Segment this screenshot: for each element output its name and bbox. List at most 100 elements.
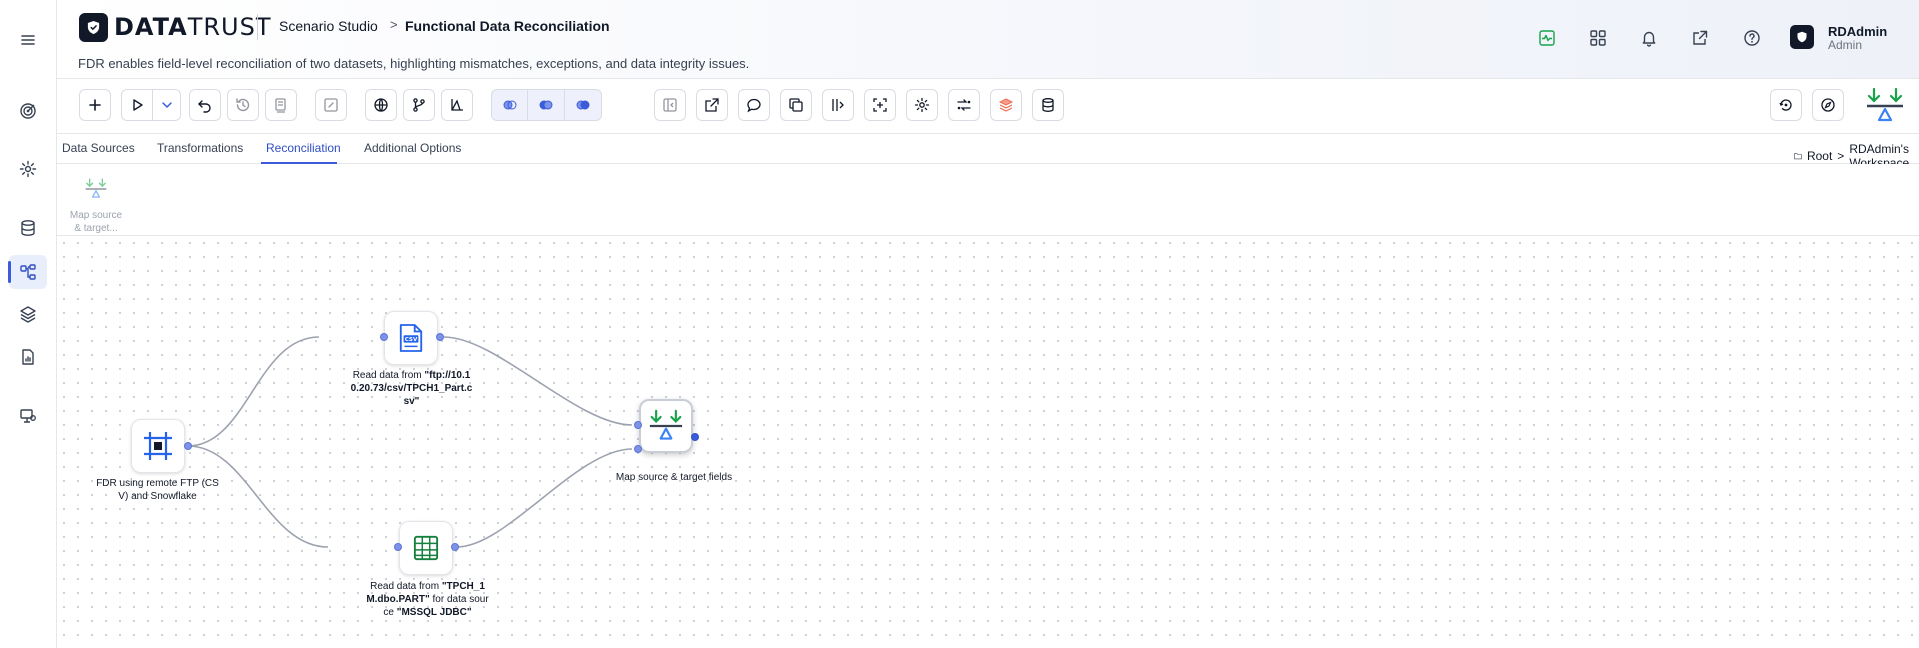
undo-button[interactable] bbox=[189, 89, 221, 121]
node-csv-label: Read data from "ftp://10.10.20.73/csv/TP… bbox=[350, 370, 473, 407]
toolbar bbox=[57, 79, 1919, 134]
join-right-toggle[interactable] bbox=[565, 89, 602, 121]
app-root: DATATRUST Scenario Studio > Functional D… bbox=[0, 0, 1919, 648]
run-options-dropdown[interactable] bbox=[153, 89, 181, 121]
venn-right-icon bbox=[576, 100, 590, 110]
node-map-label: Map source & target fields bbox=[615, 472, 733, 483]
edit-button[interactable] bbox=[315, 89, 347, 121]
tab-transformations[interactable]: Transformations bbox=[157, 141, 243, 155]
page-title: Functional Data Reconciliation bbox=[405, 18, 610, 34]
split-columns-icon bbox=[832, 99, 844, 111]
comment-button[interactable] bbox=[738, 89, 770, 121]
reconciliation-scale-icon bbox=[85, 178, 107, 198]
node-settings-button[interactable] bbox=[906, 89, 938, 121]
document-button[interactable] bbox=[265, 89, 297, 121]
layers-icon[interactable] bbox=[9, 297, 47, 331]
node-map-input-port-2[interactable] bbox=[634, 445, 642, 453]
edge-table-to-map bbox=[456, 448, 633, 548]
database-icon[interactable] bbox=[9, 211, 47, 245]
menu-icon[interactable] bbox=[9, 23, 47, 57]
node-map-source-target[interactable] bbox=[639, 399, 693, 453]
chart-button[interactable] bbox=[441, 89, 473, 121]
stack-layers-icon bbox=[998, 98, 1014, 112]
header-divider bbox=[257, 14, 258, 40]
panel-collapse-icon bbox=[663, 98, 677, 112]
chevron-down-icon bbox=[161, 102, 172, 109]
flow-arrows-icon bbox=[957, 99, 971, 111]
apps-grid-icon[interactable] bbox=[1587, 27, 1609, 49]
frame-grid-icon bbox=[144, 432, 172, 460]
left-rail bbox=[0, 0, 57, 648]
activity-icon[interactable] bbox=[1536, 27, 1558, 49]
monitor-settings-icon[interactable] bbox=[9, 399, 47, 433]
top-header: DATATRUST Scenario Studio > Functional D… bbox=[57, 0, 1919, 79]
node-read-csv[interactable]: CSV bbox=[384, 311, 438, 365]
play-icon bbox=[133, 99, 143, 111]
user-avatar-icon[interactable] bbox=[1790, 25, 1814, 49]
compass-icon bbox=[1821, 98, 1835, 112]
tab-additional-options[interactable]: Additional Options bbox=[364, 141, 461, 155]
svg-text:CSV: CSV bbox=[405, 337, 418, 343]
node-source-output-port[interactable] bbox=[184, 442, 192, 450]
node-read-table[interactable] bbox=[399, 521, 453, 575]
node-source-fdr[interactable] bbox=[131, 419, 185, 473]
external-link-icon[interactable] bbox=[1689, 27, 1711, 49]
brand-logo-icon bbox=[79, 13, 108, 42]
undo-icon bbox=[198, 100, 211, 113]
node-table-label: Read data from "TPCH_1M.dbo.PART" for da… bbox=[366, 581, 489, 618]
collapse-panel-button[interactable] bbox=[654, 89, 686, 121]
database-icon bbox=[1042, 98, 1054, 112]
git-branch-icon bbox=[413, 98, 425, 112]
join-inner-toggle[interactable] bbox=[528, 89, 565, 121]
node-map-output-port[interactable] bbox=[691, 433, 699, 441]
settings-icon[interactable] bbox=[9, 152, 47, 186]
gear-icon bbox=[914, 97, 930, 113]
node-csv-output-port[interactable] bbox=[436, 333, 444, 341]
breadcrumb-separator: > bbox=[390, 17, 398, 32]
node-source-label: FDR using remote FTP (CSV) and Snowflake bbox=[96, 478, 219, 502]
globe-button[interactable] bbox=[365, 89, 397, 121]
history-icon bbox=[236, 98, 250, 112]
folder-icon bbox=[1794, 153, 1802, 160]
workspace-root[interactable]: Root bbox=[1807, 149, 1832, 163]
duplicate-button[interactable] bbox=[780, 89, 812, 121]
plus-icon bbox=[89, 99, 101, 111]
component-palette: Map source & target... bbox=[57, 164, 1919, 236]
node-map-input-port-1[interactable] bbox=[634, 421, 642, 429]
open-external-icon bbox=[705, 98, 719, 112]
reconciliation-scale-icon bbox=[1865, 87, 1905, 125]
table-grid-icon bbox=[413, 535, 439, 561]
tab-reconciliation[interactable]: Reconciliation bbox=[266, 141, 341, 155]
branch-button[interactable] bbox=[403, 89, 435, 121]
user-name[interactable]: RDAdmin bbox=[1828, 24, 1887, 39]
venn-inner-icon bbox=[539, 100, 553, 110]
flow-button[interactable] bbox=[948, 89, 980, 121]
palette-item-map-source-target[interactable]: Map source & target... bbox=[67, 178, 125, 235]
database-button[interactable] bbox=[1032, 89, 1064, 121]
scan-button[interactable] bbox=[864, 89, 896, 121]
bell-icon[interactable] bbox=[1638, 27, 1660, 49]
node-table-output-port[interactable] bbox=[451, 543, 459, 551]
comment-icon bbox=[747, 98, 761, 113]
split-button[interactable] bbox=[822, 89, 854, 121]
workflow-icon[interactable] bbox=[8, 255, 47, 289]
breadcrumb-scenario-studio[interactable]: Scenario Studio bbox=[279, 18, 378, 34]
compass-button[interactable] bbox=[1812, 89, 1844, 121]
restore-button[interactable] bbox=[1770, 89, 1802, 121]
tab-data-sources[interactable]: Data Sources bbox=[62, 141, 135, 155]
document-icon bbox=[275, 98, 286, 113]
workflow-canvas[interactable]: FDR using remote FTP (CSV) and Snowflake… bbox=[57, 236, 1919, 648]
join-left-toggle[interactable] bbox=[491, 89, 528, 121]
report-icon[interactable] bbox=[9, 340, 47, 374]
stack-button[interactable] bbox=[990, 89, 1022, 121]
add-button[interactable] bbox=[79, 89, 111, 121]
help-icon[interactable] bbox=[1741, 27, 1763, 49]
open-external-button[interactable] bbox=[696, 89, 728, 121]
globe-icon bbox=[374, 98, 388, 112]
run-button[interactable] bbox=[121, 89, 153, 121]
node-csv-input-port[interactable] bbox=[380, 333, 388, 341]
node-table-input-port[interactable] bbox=[394, 543, 402, 551]
page-description: FDR enables field-level reconciliation o… bbox=[78, 56, 750, 71]
history-button[interactable] bbox=[227, 89, 259, 121]
target-icon[interactable] bbox=[9, 94, 47, 128]
